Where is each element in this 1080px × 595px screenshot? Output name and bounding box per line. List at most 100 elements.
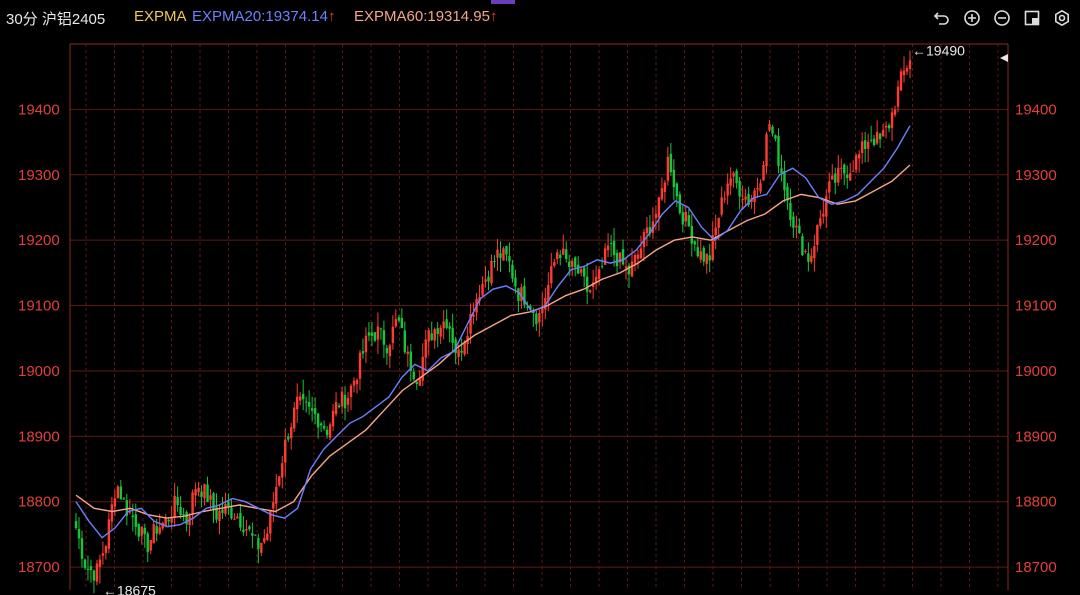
candle-body bbox=[624, 266, 628, 269]
candle-body bbox=[810, 255, 813, 262]
candle-body bbox=[699, 251, 702, 260]
candle-body bbox=[430, 333, 433, 340]
candle-body bbox=[517, 288, 520, 301]
candle-body bbox=[457, 349, 460, 358]
candle-body bbox=[331, 410, 335, 427]
candle-body bbox=[597, 269, 601, 279]
candle-body bbox=[738, 180, 741, 197]
candle-body bbox=[828, 181, 831, 193]
candle-body bbox=[669, 153, 673, 173]
candle-body bbox=[606, 245, 610, 251]
zoom-out-button[interactable] bbox=[990, 6, 1014, 30]
candle-body bbox=[684, 211, 688, 222]
indicator-name[interactable]: EXPMA bbox=[134, 8, 187, 25]
candle-body bbox=[490, 260, 493, 284]
candle-body bbox=[346, 397, 350, 405]
candle-body bbox=[878, 133, 882, 140]
candle-body bbox=[574, 257, 577, 268]
candle-body bbox=[203, 484, 206, 499]
y-tick-label-right: 19100 bbox=[1015, 298, 1057, 315]
settings-button[interactable] bbox=[1050, 6, 1074, 30]
candle-body bbox=[887, 125, 891, 129]
zoom-in-button[interactable] bbox=[960, 6, 984, 30]
candle-body bbox=[816, 224, 819, 245]
ema60-value: EXPMA60:19314.95 bbox=[354, 8, 490, 25]
candle-body bbox=[846, 174, 849, 178]
candle-body bbox=[412, 371, 415, 380]
ema20-up-arrow-icon: ↑ bbox=[327, 8, 336, 25]
candle-body bbox=[550, 266, 553, 284]
candle-body bbox=[615, 252, 619, 267]
candle-body bbox=[654, 213, 658, 218]
candle-body bbox=[612, 240, 616, 256]
zoom-out-icon bbox=[994, 10, 1010, 26]
candle-body bbox=[756, 188, 759, 190]
candlestick-chart[interactable]: 18700 18700 18800 18800 18900 18900 19000 19000… bbox=[0, 0, 1080, 595]
candle-body bbox=[95, 563, 99, 582]
candle-body bbox=[576, 264, 580, 274]
y-tick-label-left: 19100 bbox=[18, 298, 60, 315]
y-tick-label-left: 18800 bbox=[18, 494, 60, 511]
candle-body bbox=[110, 504, 114, 522]
y-tick-label-left: 19200 bbox=[18, 232, 60, 249]
candle-body bbox=[146, 533, 149, 553]
candle-body bbox=[609, 243, 613, 245]
candle-body bbox=[896, 86, 900, 107]
candle-body bbox=[681, 212, 685, 225]
candle-body bbox=[233, 518, 236, 520]
candle-body bbox=[726, 183, 729, 196]
candle-body bbox=[209, 495, 212, 500]
candle-body bbox=[568, 261, 571, 267]
candle-body bbox=[442, 321, 445, 329]
candle-body bbox=[206, 484, 209, 503]
y-tick-label-right: 19300 bbox=[1015, 167, 1057, 184]
y-tick-label-right: 19200 bbox=[1015, 232, 1057, 249]
candle-body bbox=[801, 236, 804, 256]
candle-body bbox=[89, 566, 93, 571]
candle-body bbox=[388, 345, 392, 357]
undo-button[interactable] bbox=[930, 6, 954, 30]
candle-body bbox=[831, 175, 834, 180]
candle-body bbox=[191, 492, 194, 515]
candle-body bbox=[325, 429, 329, 436]
ema60-readout: EXPMA60:19314.95↑ bbox=[354, 8, 497, 25]
candle-body bbox=[263, 537, 266, 543]
candle-body bbox=[451, 327, 454, 343]
candle-body bbox=[245, 529, 248, 531]
candle-body bbox=[80, 538, 84, 559]
candle-body bbox=[182, 514, 185, 516]
candle-body bbox=[179, 506, 182, 516]
candle-body bbox=[571, 260, 574, 267]
candle-body bbox=[559, 254, 562, 258]
candle-body bbox=[687, 215, 690, 227]
candle-body bbox=[307, 402, 311, 407]
candle-body bbox=[131, 515, 134, 518]
y-tick-label-left: 18700 bbox=[18, 559, 60, 576]
candle-body bbox=[819, 218, 822, 226]
candle-body bbox=[813, 246, 816, 259]
chart-header: 30分 沪铝2405 EXPMA EXPMA20:19374.14↑ EXPMA… bbox=[0, 0, 1080, 36]
ema60-up-arrow-icon: ↑ bbox=[489, 8, 498, 25]
layout-button[interactable] bbox=[1020, 6, 1044, 30]
candle-body bbox=[744, 196, 747, 200]
candle-body bbox=[221, 509, 224, 513]
candle-body bbox=[304, 401, 308, 403]
candle-body bbox=[296, 396, 299, 410]
candle-body bbox=[834, 173, 837, 183]
candle-body bbox=[200, 491, 203, 497]
candle-body bbox=[290, 427, 293, 439]
chart-title: 30分 沪铝2405 bbox=[6, 11, 106, 28]
candle-body bbox=[382, 330, 386, 345]
candle-body bbox=[266, 533, 269, 540]
candle-body bbox=[379, 328, 383, 330]
candle-body bbox=[316, 413, 320, 428]
candle-body bbox=[158, 527, 161, 534]
candle-body bbox=[322, 425, 326, 429]
candle-body bbox=[284, 439, 287, 463]
candle-body bbox=[562, 248, 565, 255]
candle-body bbox=[902, 70, 906, 76]
candle-body bbox=[122, 498, 126, 500]
candle-body bbox=[840, 167, 843, 169]
candle-body bbox=[905, 68, 909, 72]
y-tick-label-right: 19400 bbox=[1015, 101, 1057, 118]
